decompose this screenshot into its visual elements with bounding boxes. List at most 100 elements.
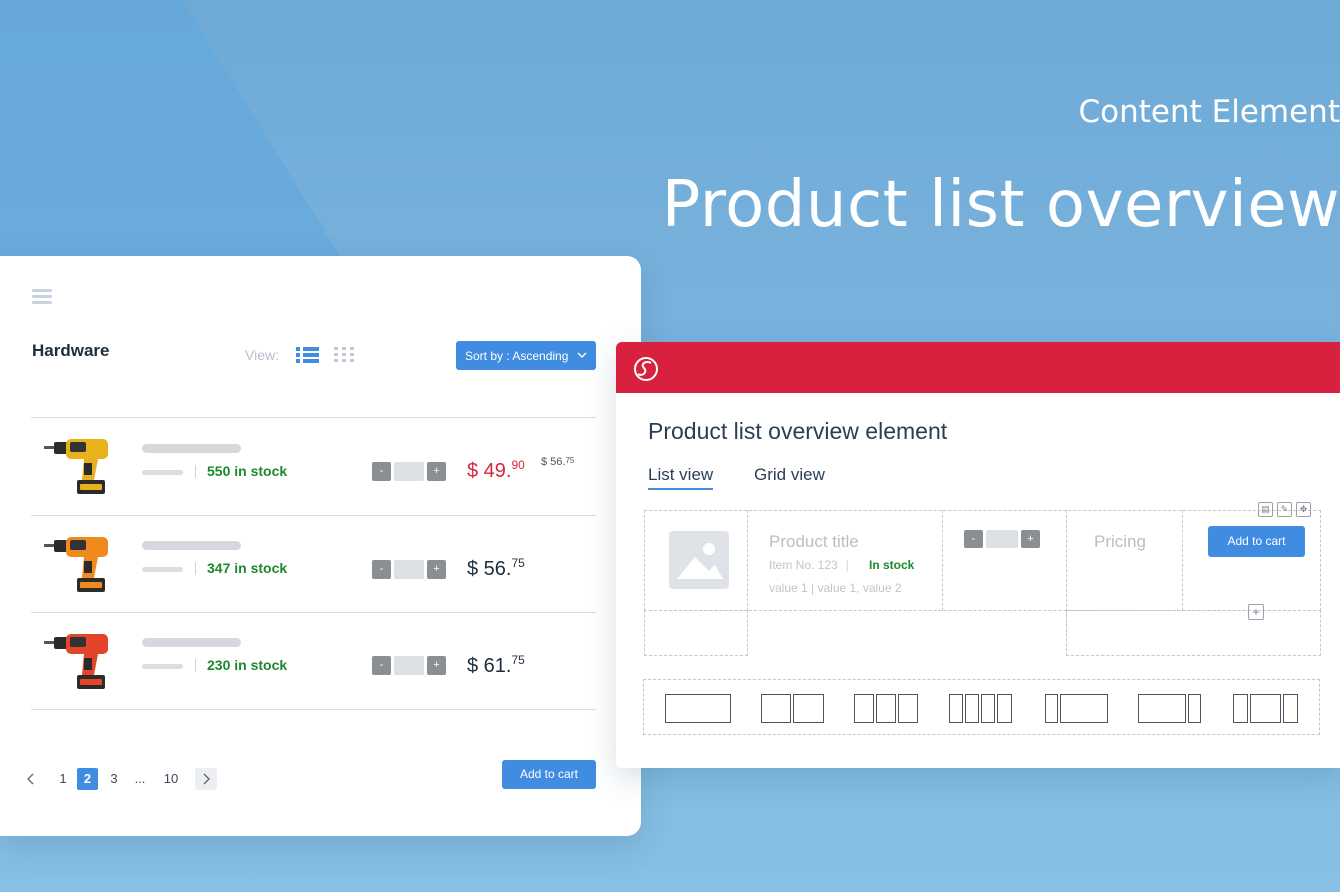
hero-title: Product list overview (661, 168, 1340, 242)
drill-image (44, 537, 108, 592)
product-row[interactable]: 550 in stock - + $ 49.90 $ 56.75 (0, 418, 641, 515)
layout-1-column[interactable] (665, 694, 731, 723)
decrement-button[interactable]: - (372, 560, 391, 579)
next-page-button[interactable] (195, 768, 217, 790)
chevron-down-icon (577, 352, 587, 358)
layout-2-columns[interactable] (761, 694, 791, 723)
stock-status: 550 in stock (207, 463, 288, 479)
title-placeholder (142, 444, 241, 453)
separator (195, 562, 196, 575)
page-2[interactable]: 2 (77, 768, 98, 790)
element-title: Product list overview element (648, 418, 948, 444)
subtitle-placeholder (142, 470, 183, 475)
list-divider (31, 709, 596, 710)
layout-4-columns[interactable] (949, 694, 963, 723)
increment-button[interactable]: + (427, 656, 446, 675)
layout-1-2-1-split[interactable] (1250, 694, 1281, 723)
quantity-input[interactable] (394, 560, 424, 579)
stock-status: 230 in stock (207, 657, 288, 673)
price: $ 61.75 (467, 653, 525, 677)
quantity-stepper[interactable]: - + (372, 656, 446, 675)
column-divider (747, 510, 748, 611)
decrement-button[interactable]: - (372, 462, 391, 481)
move-icon[interactable]: ✥ (1296, 502, 1311, 517)
pricing-extra-cell (1066, 610, 1321, 656)
panel-header (616, 342, 1340, 393)
pagination: 1 2 3 ... 10 (24, 768, 224, 790)
page-1[interactable]: 1 (58, 768, 68, 790)
stock-status: 347 in stock (207, 560, 288, 576)
category-title: Hardware (32, 341, 110, 360)
stock-status: In stock (869, 558, 915, 572)
layout-4-columns[interactable] (997, 694, 1012, 723)
quantity-stepper[interactable]: - + (372, 462, 446, 481)
view-label: View: (245, 347, 279, 363)
image-placeholder-icon (669, 531, 729, 589)
quantity-stepper[interactable]: - + (372, 560, 446, 579)
add-to-cart-button[interactable]: Add to cart (1208, 526, 1305, 557)
layout-4-columns[interactable] (981, 694, 995, 723)
page-ellipsis: ... (134, 771, 146, 786)
product-row[interactable]: 230 in stock - + $ 61.75 (0, 613, 641, 710)
layout-4-columns[interactable] (965, 694, 979, 723)
decrement-button[interactable]: - (964, 530, 983, 548)
item-number: Item No. 123 | (769, 558, 849, 572)
image-extra-cell (644, 610, 748, 656)
layout-1-3-split[interactable] (1045, 694, 1058, 723)
price: $ 56.75 (467, 556, 525, 580)
sort-dropdown[interactable]: Sort by : Ascending (456, 341, 596, 370)
list-view-icon[interactable] (296, 346, 320, 364)
increment-button[interactable]: + (1021, 530, 1040, 548)
element-toolbar: ▤ ✎ ✥ (1258, 502, 1316, 518)
edit-icon[interactable]: ✎ (1277, 502, 1292, 517)
layout-3-columns[interactable] (876, 694, 896, 723)
chevron-left-icon[interactable] (26, 773, 35, 785)
column-divider (942, 510, 943, 611)
delete-icon[interactable]: ▤ (1258, 502, 1273, 517)
subtitle-placeholder (142, 664, 183, 669)
layout-3-columns[interactable] (898, 694, 918, 723)
attribute-values: value 1 | value 1, value 2 (769, 581, 902, 595)
subtitle-placeholder (142, 567, 183, 572)
chevron-right-icon (203, 773, 210, 785)
add-to-cart-button[interactable]: Add to cart (502, 760, 596, 789)
grid-view-icon[interactable] (333, 346, 355, 364)
title-placeholder (142, 541, 241, 550)
hero-subtitle: Content Element (1078, 94, 1340, 130)
quantity-input[interactable] (394, 462, 424, 481)
add-cell-icon[interactable]: + (1248, 604, 1264, 620)
price: $ 49.90 (467, 458, 525, 482)
drill-image (44, 439, 108, 494)
page-10[interactable]: 10 (162, 768, 180, 790)
brand-logo-icon (634, 357, 658, 381)
decrement-button[interactable]: - (372, 656, 391, 675)
pricing-placeholder: Pricing (1094, 532, 1146, 551)
element-preview-panel: Product list overview element List view … (616, 342, 1340, 768)
old-price: $ 56.75 (541, 456, 575, 468)
tab-grid-view[interactable]: Grid view (754, 465, 825, 485)
product-title-placeholder: Product title (769, 532, 859, 551)
layout-options (643, 679, 1320, 735)
layout-1-2-1-split[interactable] (1233, 694, 1248, 723)
layout-1-2-1-split[interactable] (1283, 694, 1298, 723)
layout-2-columns[interactable] (793, 694, 824, 723)
layout-3-1-split[interactable] (1138, 694, 1186, 723)
layout-3-1-split[interactable] (1188, 694, 1201, 723)
hamburger-menu-icon[interactable] (32, 289, 52, 304)
increment-button[interactable]: + (427, 560, 446, 579)
quantity-stepper[interactable]: - + (964, 530, 1040, 548)
layout-1-3-split[interactable] (1060, 694, 1108, 723)
separator (195, 465, 196, 478)
increment-button[interactable]: + (427, 462, 446, 481)
layout-3-columns[interactable] (854, 694, 874, 723)
product-row[interactable]: 347 in stock - + $ 56.75 (0, 516, 641, 613)
drill-image (44, 634, 108, 689)
page-3[interactable]: 3 (109, 768, 119, 790)
tab-list-view[interactable]: List view (648, 465, 714, 490)
column-divider (1182, 510, 1183, 611)
sort-label: Sort by : Ascending (465, 348, 569, 363)
separator (195, 659, 196, 672)
quantity-input[interactable] (394, 656, 424, 675)
title-placeholder (142, 638, 241, 647)
quantity-input[interactable] (986, 530, 1018, 548)
